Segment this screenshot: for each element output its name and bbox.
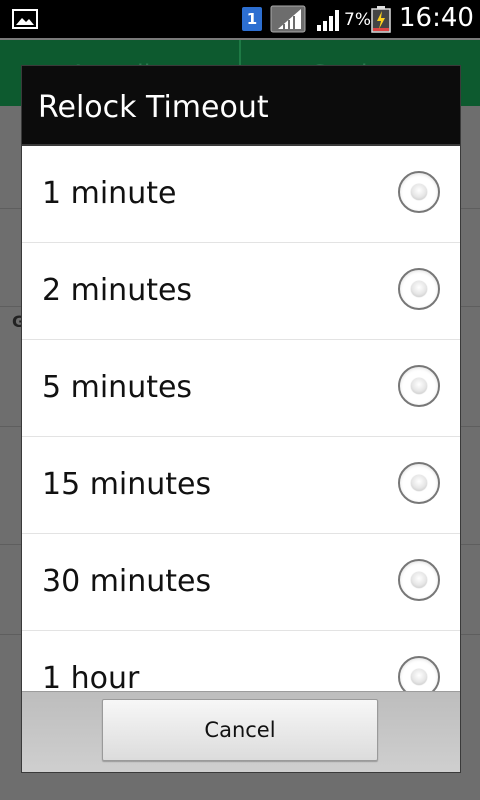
sim-icon — [270, 5, 306, 33]
radio-button-icon[interactable] — [398, 462, 440, 504]
timeout-options-list[interactable]: 1 minute 2 minutes 5 minutes 15 minutes … — [22, 146, 460, 691]
option-label: 1 minute — [42, 176, 177, 211]
dialog-title: Relock Timeout — [22, 66, 460, 146]
gallery-icon — [12, 9, 38, 29]
radio-dot-icon — [411, 572, 427, 588]
radio-dot-icon — [411, 669, 427, 685]
option-label: 30 minutes — [42, 564, 212, 599]
radio-dot-icon — [411, 184, 427, 200]
option-5-minutes[interactable]: 5 minutes — [22, 340, 460, 437]
option-1-hour[interactable]: 1 hour — [22, 631, 460, 691]
radio-button-icon[interactable] — [398, 171, 440, 213]
radio-button-icon[interactable] — [398, 365, 440, 407]
option-label: 1 hour — [42, 661, 140, 691]
radio-button-icon[interactable] — [398, 559, 440, 601]
battery-percent: 7% — [344, 10, 371, 30]
signal-icon — [317, 10, 339, 31]
status-bar: 1 7% 16:40 — [0, 0, 480, 38]
relock-timeout-dialog: Relock Timeout 1 minute 2 minutes 5 minu… — [22, 66, 460, 772]
radio-button-icon[interactable] — [398, 268, 440, 310]
option-label: 2 minutes — [42, 273, 193, 308]
battery-charging-icon — [371, 6, 391, 33]
clock: 16:40 — [399, 3, 474, 33]
option-label: 15 minutes — [42, 467, 212, 502]
option-label: 5 minutes — [42, 370, 193, 405]
cancel-button[interactable]: Cancel — [102, 699, 378, 761]
option-15-minutes[interactable]: 15 minutes — [22, 437, 460, 534]
radio-dot-icon — [411, 281, 427, 297]
dialog-button-bar: Cancel — [22, 691, 460, 772]
radio-dot-icon — [411, 475, 427, 491]
radio-button-icon[interactable] — [398, 656, 440, 691]
notification-badge-icon: 1 — [242, 7, 262, 31]
option-2-minutes[interactable]: 2 minutes — [22, 243, 460, 340]
option-30-minutes[interactable]: 30 minutes — [22, 534, 460, 631]
radio-dot-icon — [411, 378, 427, 394]
option-1-minute[interactable]: 1 minute — [22, 146, 460, 243]
